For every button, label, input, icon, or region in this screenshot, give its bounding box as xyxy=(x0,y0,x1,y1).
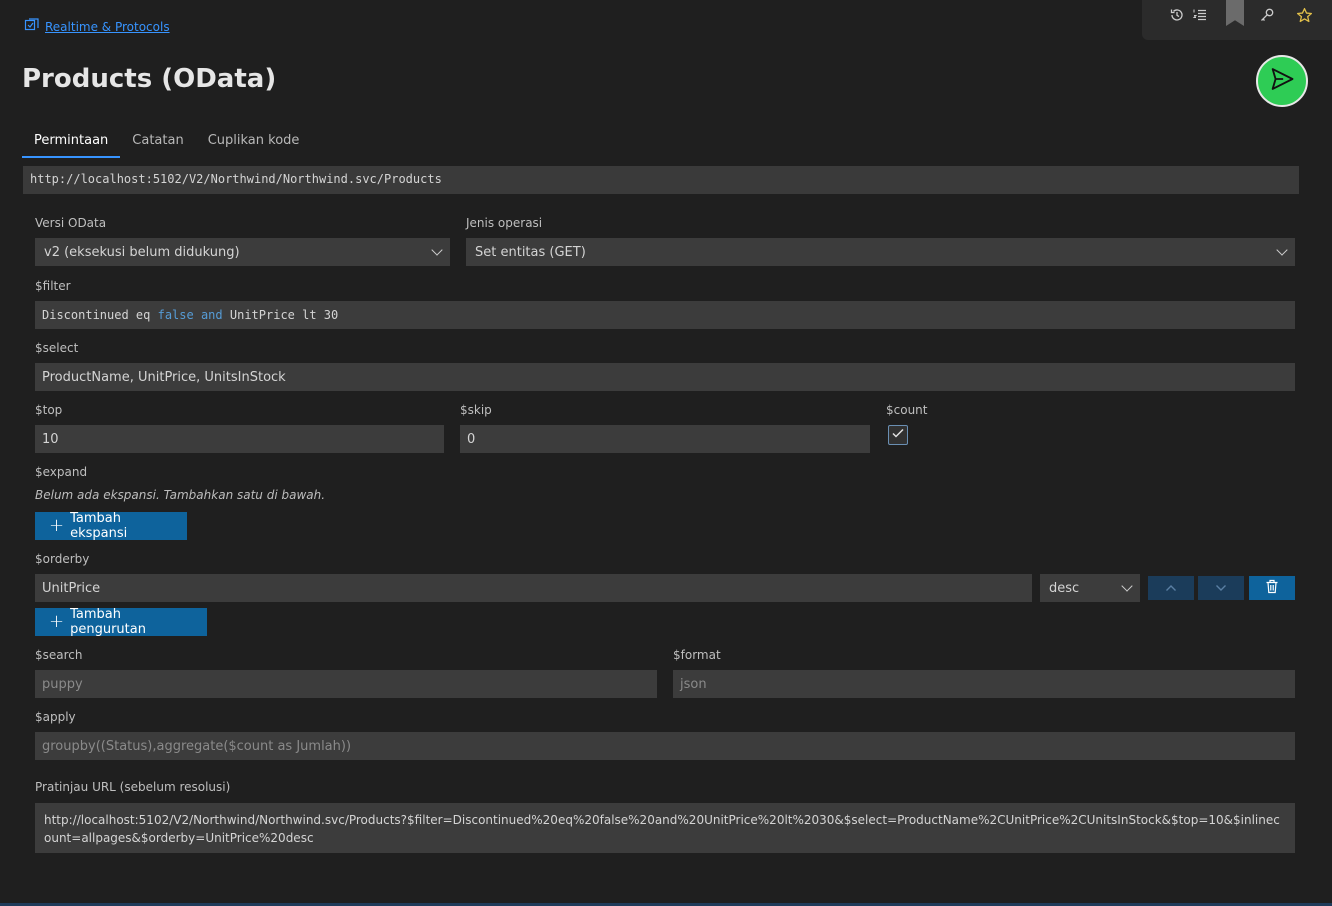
filter-keyword-and: and xyxy=(200,308,223,322)
plus-icon: + xyxy=(49,515,65,536)
apply-input[interactable]: groupby((Status),aggregate($count as Jum… xyxy=(35,732,1295,760)
format-input[interactable]: json xyxy=(673,670,1295,698)
url-preview-label: Pratinjau URL (sebelum resolusi) xyxy=(35,780,231,794)
star-icon[interactable] xyxy=(1293,4,1315,26)
search-label: $search xyxy=(35,648,83,662)
send-button[interactable] xyxy=(1256,55,1308,107)
chevron-down-icon xyxy=(1215,581,1227,596)
count-checkbox[interactable] xyxy=(888,425,908,445)
operation-type-select[interactable]: Set entitas (GET) xyxy=(466,238,1295,266)
orderby-direction-select[interactable]: desc xyxy=(1040,574,1140,602)
bookmark-icon[interactable] xyxy=(1226,0,1244,26)
filter-space xyxy=(194,308,201,322)
expand-label: $expand xyxy=(35,465,88,479)
add-expand-label: Tambah ekspansi xyxy=(70,511,128,541)
key-icon[interactable] xyxy=(1256,4,1278,26)
orderby-label: $orderby xyxy=(35,552,90,566)
collection-icon xyxy=(24,17,40,36)
chevron-up-icon xyxy=(1165,581,1177,596)
add-expand-button[interactable]: + Tambah ekspansi xyxy=(35,511,187,541)
format-label: $format xyxy=(673,648,721,662)
skip-input[interactable]: 0 xyxy=(460,425,870,453)
apply-label: $apply xyxy=(35,710,76,724)
top-input[interactable]: 10 xyxy=(35,425,444,453)
top-label: $top xyxy=(35,403,63,417)
chevron-down-icon xyxy=(431,244,443,256)
filter-keyword-false: false xyxy=(157,308,194,322)
operation-type-value: Set entitas (GET) xyxy=(475,244,586,260)
history-icon[interactable] xyxy=(1166,4,1188,26)
operation-type-label: Jenis operasi xyxy=(466,216,543,230)
move-up-button[interactable] xyxy=(1148,576,1194,600)
plus-icon: + xyxy=(49,611,65,632)
odata-version-label: Versi OData xyxy=(35,216,107,230)
send-icon xyxy=(1268,65,1296,97)
tab-permintaan[interactable]: Permintaan xyxy=(22,130,121,158)
odata-version-value: v2 (eksekusi belum didukung) xyxy=(44,244,240,260)
request-tabs: Permintaan Catatan Cuplikan kode xyxy=(22,130,311,158)
filter-label: $filter xyxy=(35,279,71,293)
checkmark-icon xyxy=(891,426,905,444)
odata-version-select[interactable]: v2 (eksekusi belum didukung) xyxy=(35,238,450,266)
orderby-field-input[interactable]: UnitPrice xyxy=(35,574,1032,602)
breadcrumb[interactable]: Realtime & Protocols xyxy=(24,17,170,36)
page-title: Products (OData) xyxy=(22,64,277,94)
tab-cuplikan-kode[interactable]: Cuplikan kode xyxy=(196,130,312,158)
filter-text-rest: UnitPrice lt 30 xyxy=(222,308,339,322)
breadcrumb-link[interactable]: Realtime & Protocols xyxy=(45,20,170,34)
skip-label: $skip xyxy=(460,403,492,417)
select-label: $select xyxy=(35,341,79,355)
tab-catatan[interactable]: Catatan xyxy=(120,130,195,158)
url-preview: http://localhost:5102/V2/Northwind/North… xyxy=(35,803,1295,853)
select-input[interactable]: ProductName, UnitPrice, UnitsInStock xyxy=(35,363,1295,391)
request-toolbar xyxy=(1142,0,1332,40)
delete-orderby-button[interactable] xyxy=(1249,576,1295,600)
expand-empty-text: Belum ada ekspansi. Tambahkan satu di ba… xyxy=(35,488,326,502)
filter-text: Discontinued eq xyxy=(42,308,158,322)
chevron-down-icon xyxy=(1121,580,1133,592)
search-input[interactable]: puppy xyxy=(35,670,657,698)
chevron-down-icon xyxy=(1276,244,1288,256)
list-icon[interactable] xyxy=(1189,4,1211,26)
move-down-button[interactable] xyxy=(1198,576,1244,600)
count-label: $count xyxy=(886,403,928,417)
add-orderby-button[interactable]: + Tambah pengurutan xyxy=(35,607,207,637)
orderby-direction-value: desc xyxy=(1049,580,1080,596)
filter-input[interactable]: Discontinued eq false and UnitPrice lt 3… xyxy=(35,301,1295,329)
url-input[interactable]: http://localhost:5102/V2/Northwind/North… xyxy=(23,166,1299,194)
add-orderby-label: Tambah pengurutan xyxy=(70,607,146,637)
trash-icon xyxy=(1265,579,1279,598)
